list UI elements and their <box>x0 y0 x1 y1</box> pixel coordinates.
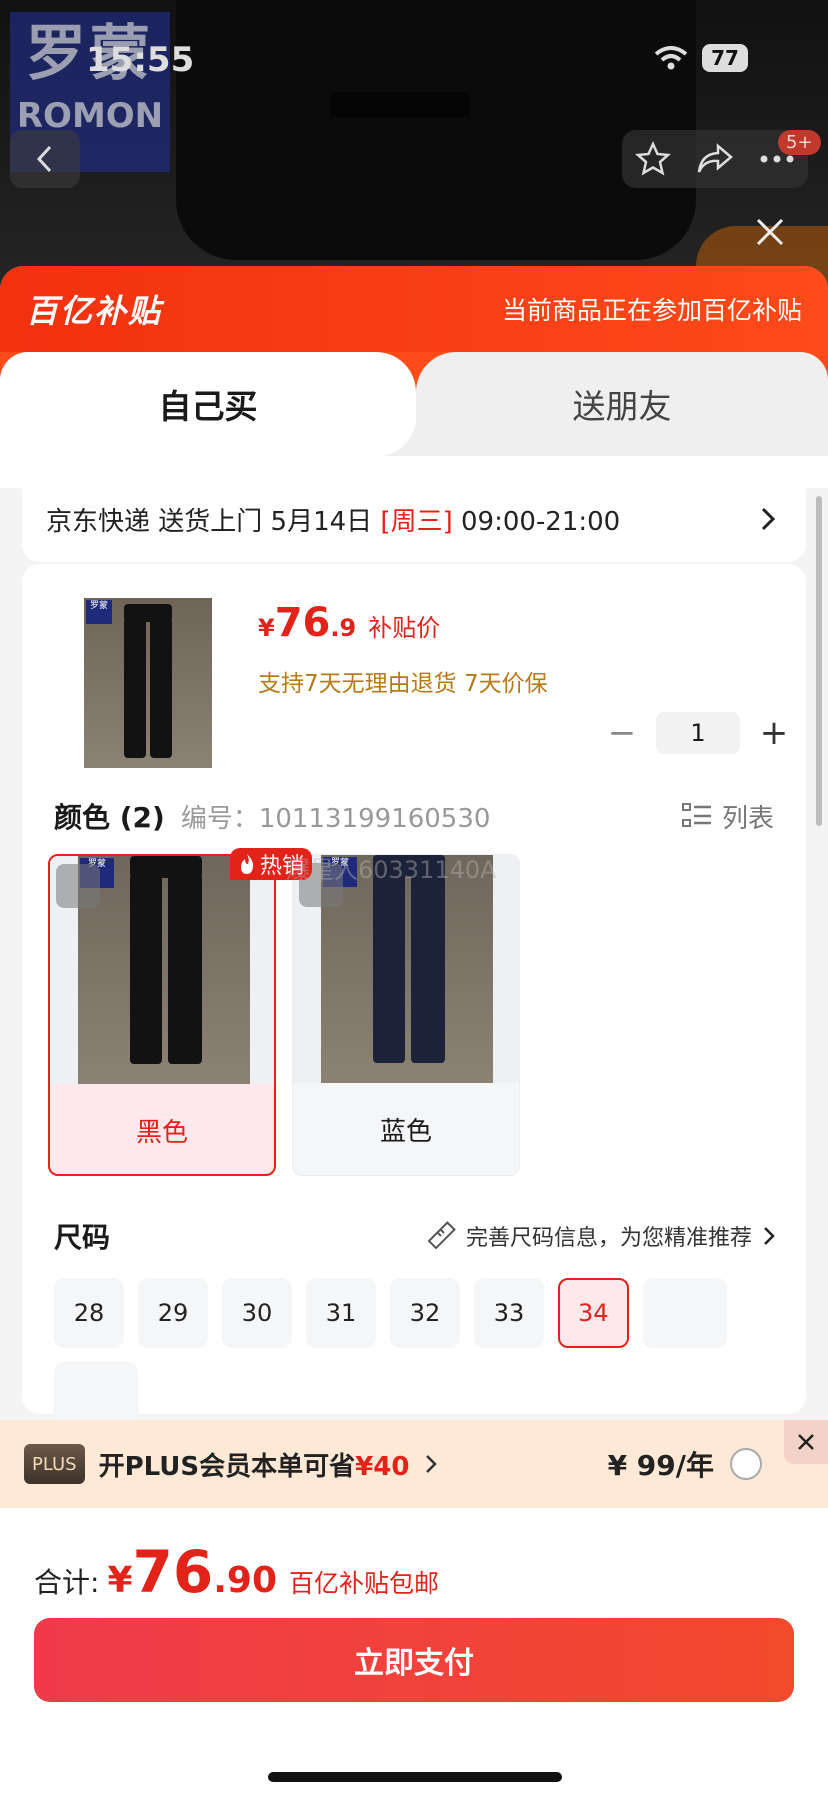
tab-gift-friend[interactable]: 送朋友 <box>376 352 828 456</box>
decrease-button[interactable]: − <box>602 713 642 753</box>
plus-offer-text: 开PLUS会员本单可省¥40 <box>98 1451 410 1482</box>
subsidy-note: 当前商品正在参加百亿补贴 <box>501 296 802 325</box>
scrollbar[interactable] <box>816 496 822 826</box>
ruler-icon <box>427 1221 456 1250</box>
quantity-stepper: − 1 + <box>602 712 794 754</box>
wifi-icon <box>654 46 688 70</box>
zoom-icon[interactable] <box>56 864 100 908</box>
size-title: 尺码 <box>54 1221 111 1254</box>
close-icon <box>798 1434 814 1450</box>
color-title: 颜色 (2) <box>54 801 165 834</box>
plus-membership-bar[interactable]: PLUS 开PLUS会员本单可省¥40 ¥ 99/年 <box>0 1420 828 1508</box>
size-option-31[interactable]: 31 <box>306 1278 376 1348</box>
size-option-30[interactable]: 30 <box>222 1278 292 1348</box>
plus-close-button[interactable] <box>784 1420 828 1464</box>
delivery-text: 京东快递 送货上门 5月14日 [周三] 09:00-21:00 <box>46 506 621 537</box>
color-label: 黑色 <box>135 1117 188 1148</box>
star-icon[interactable] <box>634 141 671 177</box>
chevron-left-icon <box>36 145 52 173</box>
plus-select-radio[interactable] <box>730 1448 762 1480</box>
size-options: 28 29 30 31 32 33 34 <box>54 1278 774 1432</box>
watermark: 爆星人60331140A <box>286 856 497 884</box>
quantity-input[interactable]: 1 <box>656 712 740 754</box>
shipping-note: 百亿补贴包邮 <box>289 1569 440 1598</box>
plus-badge: PLUS <box>24 1444 85 1484</box>
size-option-29[interactable]: 29 <box>138 1278 208 1348</box>
flame-icon <box>241 854 254 874</box>
return-guarantee: 支持7天无理由退货 7天价保 <box>258 671 548 697</box>
pay-now-button[interactable]: 立即支付 <box>34 1618 794 1702</box>
size-option-34[interactable]: 34 <box>558 1278 629 1348</box>
back-button[interactable] <box>10 130 80 188</box>
price-tag: 补贴价 <box>368 614 441 642</box>
close-icon[interactable] <box>752 214 788 250</box>
purchase-sheet: 百亿补贴 当前商品正在参加百亿补贴 自己买 送朋友 京东快递 送货上门 5月14… <box>0 266 828 1796</box>
brand-logo-mini: 罗蒙 <box>86 600 112 624</box>
list-view-toggle[interactable]: 列表 <box>681 798 774 835</box>
delivery-row[interactable]: 京东快递 送货上门 5月14日 [周三] 09:00-21:00 <box>22 476 806 562</box>
total-label: 合计: <box>34 1566 100 1599</box>
more-icon[interactable] <box>759 154 795 164</box>
status-icons: 77 <box>654 44 748 72</box>
sheet-header: 百亿补贴 当前商品正在参加百亿补贴 <box>0 266 828 352</box>
product-thumbnail[interactable]: 罗蒙 <box>84 598 212 768</box>
tab-buy-self[interactable]: 自己买 <box>0 352 416 456</box>
chevron-right-icon <box>761 507 776 531</box>
subsidy-logo: 百亿补贴 <box>26 292 163 330</box>
color-option-blue[interactable]: 罗蒙 蓝色 <box>292 854 520 1176</box>
size-option-28[interactable]: 28 <box>54 1278 124 1348</box>
size-header: 尺码 完善尺码信息，为您精准推荐 <box>54 1216 776 1256</box>
chevron-right-icon <box>764 1227 775 1245</box>
status-time: 15:55 <box>86 40 195 80</box>
checkout-footer: 合计: ¥ 76 .90 百亿补贴包邮 立即支付 <box>0 1508 828 1796</box>
cart-badge: 5+ <box>778 130 821 155</box>
buy-tabs: 自己买 送朋友 <box>0 352 828 456</box>
size-option-more[interactable] <box>642 1278 727 1348</box>
product-card: 罗蒙 ¥ 76 .9 补贴价 支持7天无理由退货 7天价保 − 1 + 颜色 (… <box>22 564 806 1432</box>
chevron-right-icon <box>426 1455 438 1473</box>
sheet-content: 京东快递 送货上门 5月14日 [周三] 09:00-21:00 罗蒙 ¥ 76… <box>0 456 828 1432</box>
battery-icon: 77 <box>702 44 748 72</box>
size-option-33[interactable]: 33 <box>474 1278 544 1348</box>
sku-number: 编号：10113199160530 <box>180 803 491 834</box>
order-total: 合计: ¥ 76 .90 百亿补贴包邮 <box>34 1538 440 1606</box>
list-icon <box>681 803 711 827</box>
share-icon[interactable] <box>696 142 734 176</box>
color-option-black[interactable]: 罗蒙 黑色 <box>48 854 276 1176</box>
home-indicator <box>268 1772 562 1782</box>
size-recommend-link[interactable]: 完善尺码信息，为您精准推荐 <box>426 1220 776 1252</box>
subsidy-price: ¥ 76 .9 补贴价 <box>258 600 441 646</box>
color-header: 颜色 (2) 编号：10113199160530 列表 <box>54 796 774 836</box>
delivery-day: [周三] <box>380 506 453 537</box>
increase-button[interactable]: + <box>754 713 794 753</box>
color-label: 蓝色 <box>379 1116 432 1147</box>
size-option-32[interactable]: 32 <box>390 1278 460 1348</box>
plus-price: ¥ 99/年 <box>607 1449 714 1482</box>
